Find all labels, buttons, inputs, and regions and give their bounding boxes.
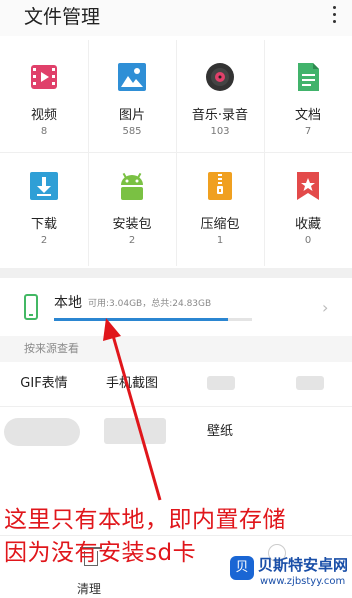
watermark-url: www.zjbstyy.com [260, 576, 346, 587]
watermark-name: 贝斯特安卓网 [258, 556, 349, 574]
annotation-text: 因为没有安装sd卡 [4, 540, 197, 566]
annotation-text: 这里只有本地，即内置存储 [4, 507, 286, 533]
watermark-logo: 贝 [230, 556, 254, 580]
